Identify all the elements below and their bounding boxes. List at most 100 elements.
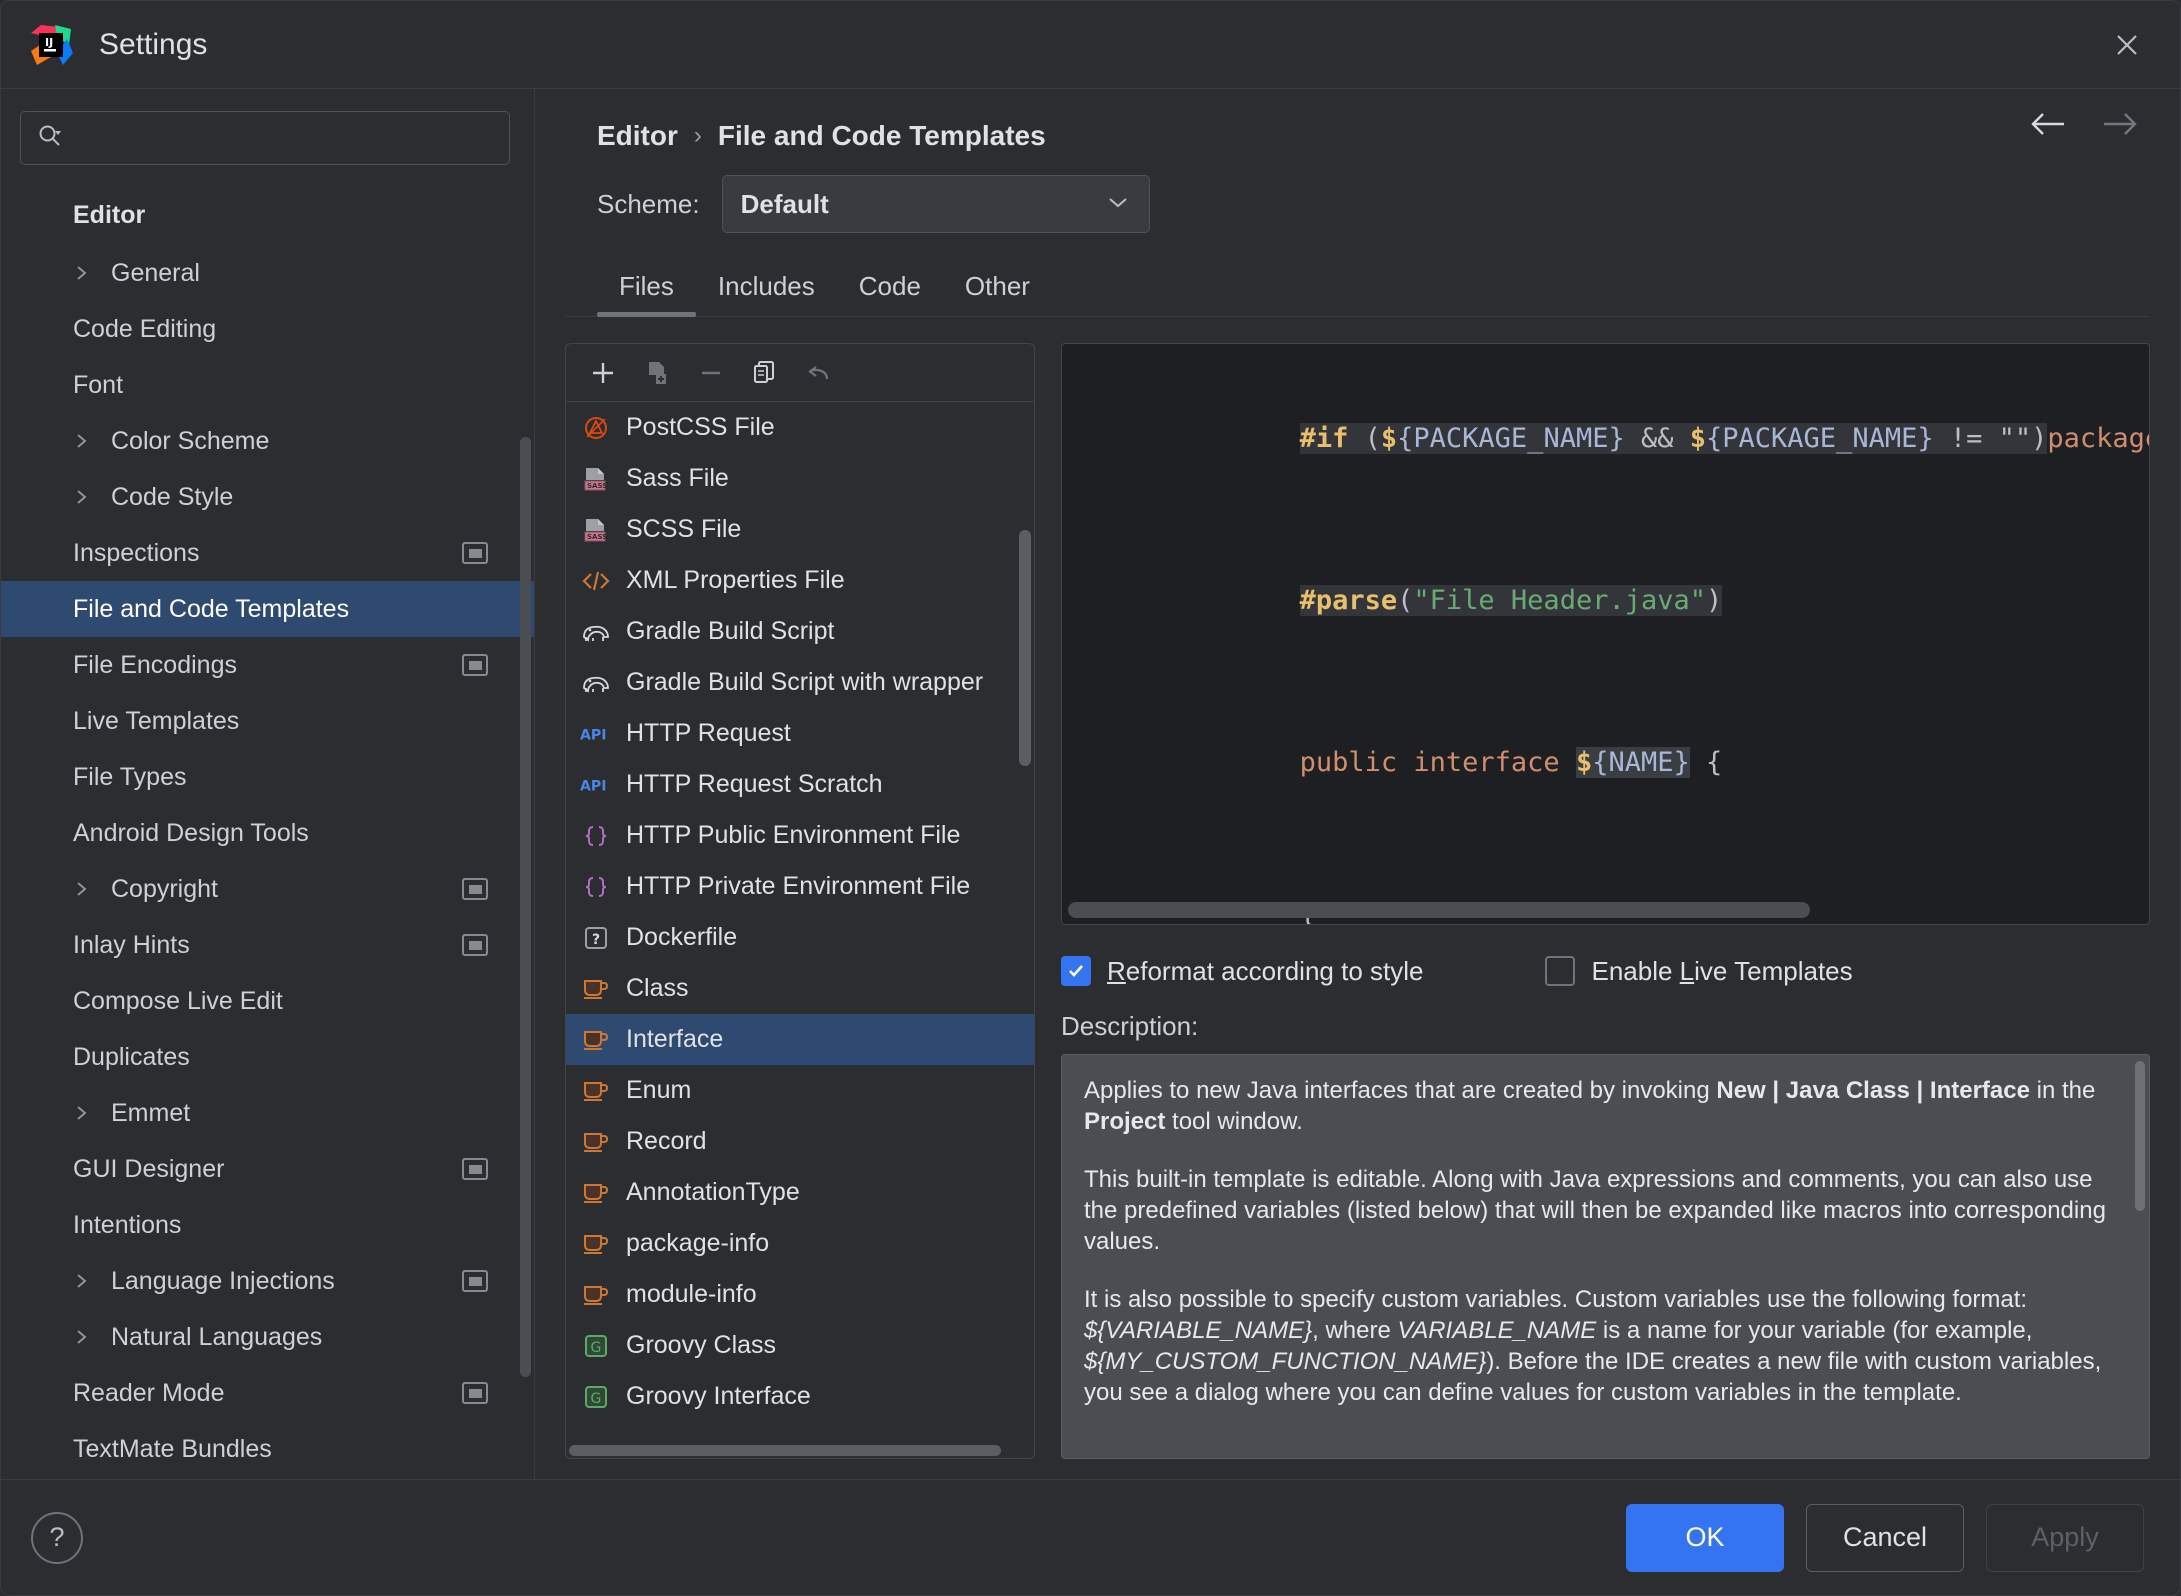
sidebar-item-live-templates[interactable]: Live Templates bbox=[1, 693, 534, 749]
template-list-item[interactable]: ? Dockerfile bbox=[566, 912, 1034, 963]
sidebar-item-file-encodings[interactable]: File Encodings bbox=[1, 637, 534, 693]
sidebar-item-todo[interactable]: TODO bbox=[1, 1477, 534, 1479]
java-icon bbox=[580, 975, 612, 1003]
template-list-item[interactable]: HTTP Public Environment File bbox=[566, 810, 1034, 861]
sidebar-item-general[interactable]: General bbox=[1, 245, 534, 301]
chevron-right-icon[interactable] bbox=[71, 1270, 93, 1292]
sidebar-scrollbar[interactable] bbox=[520, 437, 531, 1377]
reformat-checkbox[interactable]: Reformat according to style bbox=[1061, 956, 1423, 987]
template-list-item[interactable]: G Groovy Interface bbox=[566, 1371, 1034, 1422]
arrow-left-icon[interactable] bbox=[2028, 109, 2070, 144]
sidebar-item-copyright[interactable]: Copyright bbox=[1, 861, 534, 917]
sidebar-item-duplicates[interactable]: Duplicates bbox=[1, 1029, 534, 1085]
postcss-icon bbox=[580, 414, 612, 442]
description-scrollbar[interactable] bbox=[2135, 1061, 2145, 1211]
chevron-right-icon[interactable] bbox=[71, 878, 93, 900]
code-string-file-header: "File Header.java" bbox=[1413, 585, 1706, 616]
sidebar-item-label: Inlay Hints bbox=[73, 930, 190, 959]
template-list-item[interactable]: XML Properties File bbox=[566, 555, 1034, 606]
template-list-item[interactable]: HTTP Private Environment File bbox=[566, 861, 1034, 912]
breadcrumb-parent[interactable]: Editor bbox=[597, 120, 678, 152]
template-list-item[interactable]: AnnotationType bbox=[566, 1167, 1034, 1218]
template-item-label: Class bbox=[626, 974, 689, 1002]
sidebar-item-inlay-hints[interactable]: Inlay Hints bbox=[1, 917, 534, 973]
template-list-item[interactable]: module-info bbox=[566, 1269, 1034, 1320]
checkbox-box bbox=[1545, 956, 1576, 986]
tab-code[interactable]: Code bbox=[837, 271, 943, 316]
sidebar-item-label: File Encodings bbox=[73, 650, 237, 679]
search-box[interactable] bbox=[20, 111, 510, 165]
sidebar-item-language-injections[interactable]: Language Injections bbox=[1, 1253, 534, 1309]
sidebar-item-label: Code Editing bbox=[73, 314, 217, 343]
code-editor-hscrollbar[interactable] bbox=[1068, 902, 1810, 918]
templates-list-hscrollbar[interactable] bbox=[569, 1445, 1001, 1456]
sidebar-item-label: Code Style bbox=[111, 482, 234, 511]
template-list-item[interactable]: SASS Sass File bbox=[566, 453, 1034, 504]
reset-to-default-button[interactable] bbox=[796, 351, 842, 395]
search-input[interactable] bbox=[73, 125, 493, 151]
template-list-item[interactable]: Gradle Build Script bbox=[566, 606, 1034, 657]
templates-list-scrollbar[interactable] bbox=[1019, 530, 1031, 766]
sidebar-item-textmate-bundles[interactable]: TextMate Bundles bbox=[1, 1421, 534, 1477]
svg-text:IJ: IJ bbox=[45, 36, 53, 49]
template-list-item[interactable]: API HTTP Request Scratch bbox=[566, 759, 1034, 810]
template-list-item[interactable]: Gradle Build Script with wrapper bbox=[566, 657, 1034, 708]
description-paragraph-1: Applies to new Java interfaces that are … bbox=[1084, 1077, 2096, 1135]
ok-button[interactable]: OK bbox=[1626, 1503, 1784, 1572]
template-list-item[interactable]: package-info bbox=[566, 1218, 1034, 1269]
sidebar-item-gui-designer[interactable]: GUI Designer bbox=[1, 1141, 534, 1197]
cancel-button[interactable]: Cancel bbox=[1806, 1503, 1964, 1572]
chevron-right-icon[interactable] bbox=[71, 1326, 93, 1348]
chevron-right-icon[interactable] bbox=[71, 1102, 93, 1124]
create-child-template-button[interactable] bbox=[634, 351, 680, 395]
template-list-item[interactable]: API HTTP Request bbox=[566, 708, 1034, 759]
sidebar-item-color-scheme[interactable]: Color Scheme bbox=[1, 413, 534, 469]
tab-other[interactable]: Other bbox=[943, 271, 1052, 316]
template-item-label: HTTP Private Environment File bbox=[626, 872, 971, 900]
template-list-item[interactable]: Interface bbox=[566, 1014, 1034, 1065]
template-list-item[interactable]: Record bbox=[566, 1116, 1034, 1167]
settings-tree[interactable]: Editor General Code Editing Font Color Sche… bbox=[1, 183, 534, 1479]
sidebar-item-emmet[interactable]: Emmet bbox=[1, 1085, 534, 1141]
svg-text:SASS: SASS bbox=[587, 482, 607, 490]
sidebar-item-inspections[interactable]: Inspections bbox=[1, 525, 534, 581]
add-template-button[interactable] bbox=[580, 351, 626, 395]
sidebar-item-reader-mode[interactable]: Reader Mode bbox=[1, 1365, 534, 1421]
gradle-icon bbox=[580, 619, 612, 645]
sidebar-item-code-editing[interactable]: Code Editing bbox=[1, 301, 534, 357]
templates-list[interactable]: PostCSS File SASS Sass File SASS SCSS File XM… bbox=[566, 402, 1034, 1458]
close-icon[interactable] bbox=[2104, 22, 2150, 68]
sidebar-item-android-design-tools[interactable]: Android Design Tools bbox=[1, 805, 534, 861]
sidebar-item-label: Android Design Tools bbox=[73, 818, 309, 847]
chevron-right-icon[interactable] bbox=[71, 430, 93, 452]
tab-files[interactable]: Files bbox=[597, 271, 696, 317]
sidebar-item-intentions[interactable]: Intentions bbox=[1, 1197, 534, 1253]
code-keyword-package: package bbox=[2047, 423, 2150, 454]
sidebar-item-font[interactable]: Font bbox=[1, 357, 534, 413]
chevron-right-icon[interactable] bbox=[71, 486, 93, 508]
template-list-item[interactable]: SASS SCSS File bbox=[566, 504, 1034, 555]
arrow-right-icon[interactable] bbox=[2098, 109, 2140, 144]
apply-button[interactable]: Apply bbox=[1986, 1503, 2144, 1572]
sidebar-item-file-types[interactable]: File Types bbox=[1, 749, 534, 805]
template-code-editor[interactable]: #if (${PACKAGE_NAME} && ${PACKAGE_NAME} … bbox=[1061, 343, 2150, 925]
template-list-item[interactable]: Class bbox=[566, 963, 1034, 1014]
scheme-select[interactable]: Default bbox=[721, 175, 1150, 233]
template-list-item[interactable]: G Groovy Class bbox=[566, 1320, 1034, 1371]
template-list-item[interactable]: PostCSS File bbox=[566, 402, 1034, 453]
code-directive-if: #if bbox=[1299, 423, 1349, 454]
tab-includes[interactable]: Includes bbox=[696, 271, 837, 316]
sidebar-item-natural-languages[interactable]: Natural Languages bbox=[1, 1309, 534, 1365]
sidebar-item-code-style[interactable]: Code Style bbox=[1, 469, 534, 525]
chevron-right-icon[interactable] bbox=[71, 262, 93, 284]
duplicate-template-button[interactable] bbox=[742, 351, 788, 395]
sidebar-item-label: Reader Mode bbox=[73, 1378, 225, 1407]
template-list-item[interactable]: Enum bbox=[566, 1065, 1034, 1116]
sidebar-item-file-and-code-templates[interactable]: File and Code Templates bbox=[1, 581, 534, 637]
live-templates-checkbox[interactable]: Enable Live Templates bbox=[1545, 955, 1853, 987]
help-button[interactable]: ? bbox=[31, 1511, 83, 1564]
sidebar-item-compose-live-edit[interactable]: Compose Live Edit bbox=[1, 973, 534, 1029]
templates-tabs[interactable]: Files Includes Code Other bbox=[565, 255, 2150, 317]
remove-template-button[interactable] bbox=[688, 351, 734, 395]
live-templates-checkbox-label: Enable Live Templates bbox=[1591, 955, 1853, 986]
